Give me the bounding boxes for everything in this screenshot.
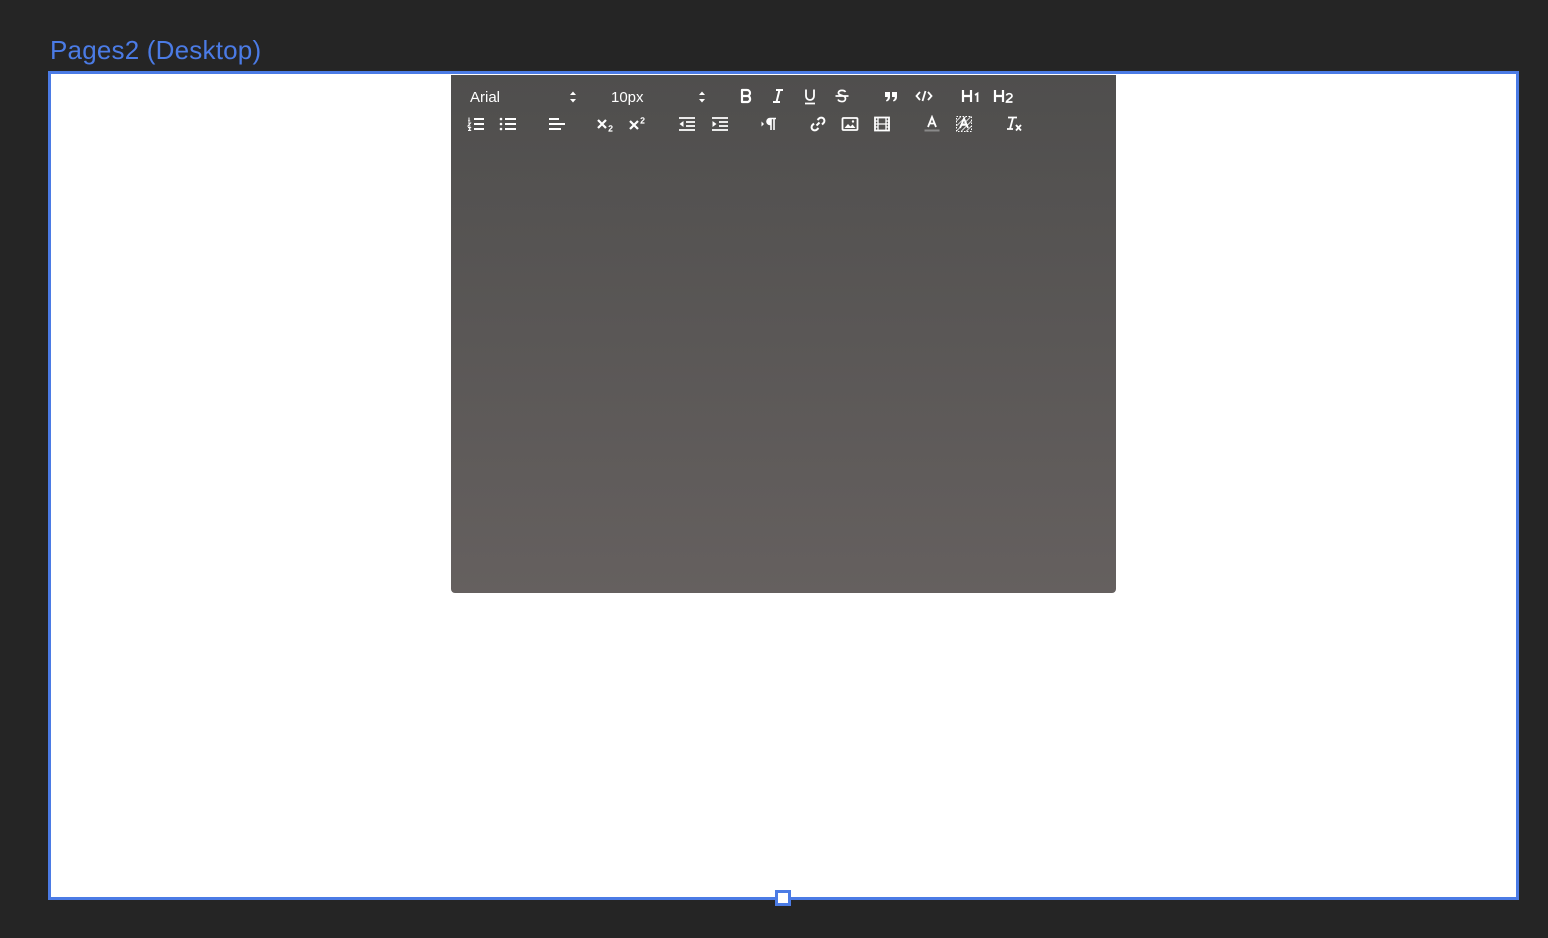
- select-arrows-icon: [699, 91, 705, 103]
- italic-icon: [773, 89, 783, 103]
- frame-title[interactable]: Pages2 (Desktop): [50, 34, 261, 66]
- font-family-select[interactable]: Arial: [470, 87, 578, 107]
- image-icon: [841, 117, 859, 131]
- align-left-icon: [549, 118, 565, 130]
- underline-button[interactable]: [798, 85, 822, 107]
- ordered-list-button[interactable]: [464, 113, 488, 135]
- text-color-button[interactable]: [920, 113, 944, 135]
- bold-icon: [740, 88, 752, 104]
- clear-format-button[interactable]: [1002, 113, 1026, 135]
- italic-button[interactable]: [766, 85, 790, 107]
- text-direction-button[interactable]: [757, 113, 781, 135]
- video-button[interactable]: [870, 113, 894, 135]
- blockquote-icon: [885, 92, 897, 102]
- font-size-select[interactable]: 10px: [611, 87, 707, 107]
- superscript-icon: [629, 117, 645, 130]
- link-button[interactable]: [806, 113, 830, 135]
- heading2-icon: [993, 90, 1013, 103]
- text-color-icon: [924, 115, 940, 132]
- bold-button[interactable]: [734, 85, 758, 107]
- background-color-button[interactable]: [952, 113, 976, 135]
- bullet-list-button[interactable]: [496, 113, 520, 135]
- text-direction-icon: [761, 117, 776, 130]
- frame-resize-handle[interactable]: [775, 890, 791, 906]
- select-arrows-icon: [570, 91, 576, 103]
- video-icon: [874, 116, 890, 132]
- background-color-icon: [956, 116, 972, 132]
- font-size-value: 10px: [611, 88, 644, 106]
- strikethrough-button[interactable]: [830, 85, 854, 107]
- image-button[interactable]: [838, 113, 862, 135]
- clear-format-icon: [1007, 116, 1022, 132]
- underline-icon: [805, 89, 815, 104]
- heading1-button[interactable]: [960, 85, 984, 107]
- superscript-button[interactable]: [626, 113, 650, 135]
- subscript-button[interactable]: [594, 113, 618, 135]
- heading1-icon: [961, 90, 979, 102]
- code-button[interactable]: [912, 85, 936, 107]
- indent-icon: [712, 117, 728, 131]
- ordered-list-icon: [467, 117, 484, 131]
- outdent-button[interactable]: [675, 113, 699, 135]
- indent-button[interactable]: [708, 113, 732, 135]
- bullet-list-icon: [499, 117, 516, 131]
- code-icon: [915, 90, 933, 102]
- rich-text-editor[interactable]: Arial 10px: [451, 75, 1116, 593]
- blockquote-button[interactable]: [879, 85, 903, 107]
- heading2-button[interactable]: [992, 85, 1016, 107]
- align-left-button[interactable]: [545, 113, 569, 135]
- link-icon: [810, 116, 826, 132]
- outdent-icon: [679, 117, 695, 131]
- font-family-value: Arial: [470, 88, 501, 106]
- subscript-icon: [597, 119, 613, 132]
- strikethrough-icon: [835, 89, 849, 103]
